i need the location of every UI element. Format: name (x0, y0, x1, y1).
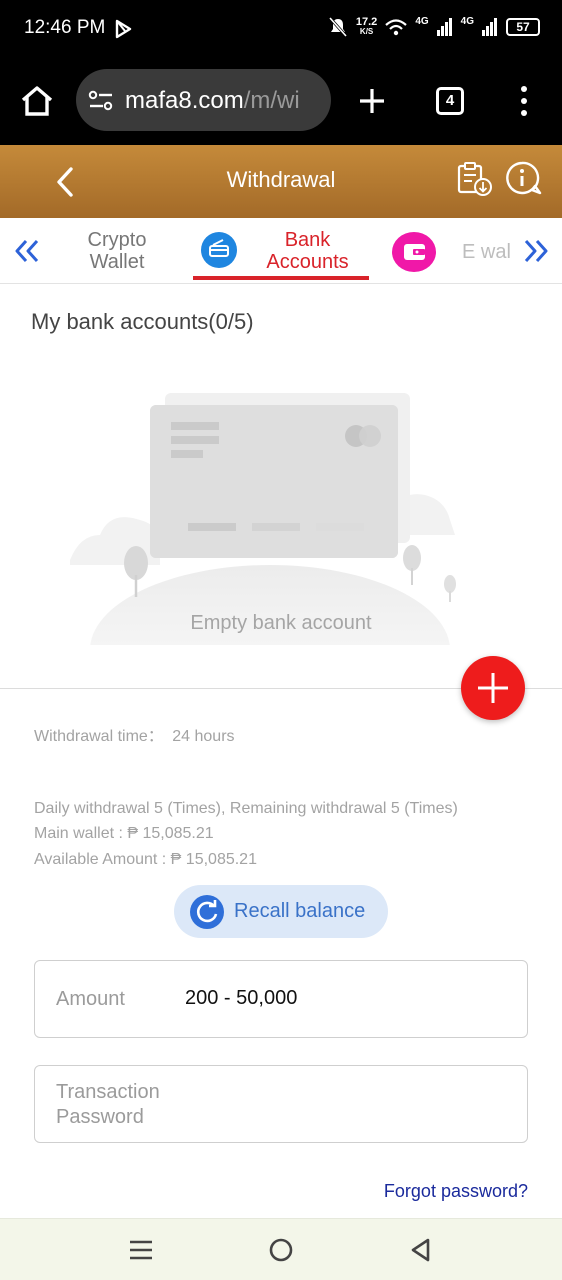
bank-tab-icon (201, 232, 237, 268)
empty-state-text: Empty bank account (190, 612, 372, 634)
daily-withdrawal-info: Daily withdrawal 5 (Times), Remaining wi… (34, 800, 458, 817)
forgot-password-link[interactable]: Forgot password? (384, 1181, 528, 1202)
withdrawal-time-label: Withdrawal time： (34, 728, 164, 745)
withdrawal-time-value: 24 hours (172, 728, 235, 745)
net-speed-value: 17.2 (355, 16, 378, 28)
recent-apps-icon[interactable] (128, 1238, 154, 1262)
site-settings-icon[interactable] (88, 90, 114, 112)
ewallet-tab-icon (392, 232, 436, 272)
home-nav-icon[interactable] (268, 1237, 294, 1263)
network-type-1: 4G (415, 16, 429, 27)
amount-input[interactable] (185, 987, 505, 1010)
network-type-2: 4G (460, 16, 474, 27)
wifi-icon (385, 19, 408, 36)
net-speed-unit: K/S (359, 27, 374, 36)
url-text: mafa8.com/m/wi (125, 87, 300, 115)
tab-switcher-button[interactable]: 4 (436, 87, 464, 115)
plus-icon (478, 673, 508, 703)
home-icon[interactable] (20, 85, 54, 117)
system-nav-bar (0, 1218, 562, 1280)
tab-bank-accounts-line2: Accounts (266, 251, 349, 273)
tab-crypto-wallet[interactable]: Crypto Wallet (72, 229, 162, 273)
signal-icon-1 (436, 18, 452, 36)
address-bar[interactable]: mafa8.com/m/wi (76, 69, 331, 131)
app-header: Withdrawal (0, 145, 562, 218)
url-path: /m/wi (243, 87, 300, 114)
url-domain: mafa8.com (125, 87, 244, 114)
active-tab-indicator (193, 276, 369, 280)
tab-crypto-wallet-line1: Crypto (87, 229, 147, 251)
play-store-icon (115, 19, 132, 39)
transaction-password-label: Transaction Password (56, 1081, 160, 1128)
empty-card-illustration (70, 393, 456, 645)
signal-icon-2 (482, 18, 497, 36)
refresh-icon (190, 895, 224, 929)
withdrawal-time: Withdrawal time： 24 hours (34, 722, 235, 746)
status-time: 12:46 PM (24, 17, 106, 38)
tab-bank-accounts[interactable]: Bank Accounts (250, 229, 365, 273)
status-indicators: 17.2 K/S 4G 4G 57 (328, 16, 540, 38)
bank-accounts-title: My bank accounts(0/5) (31, 309, 254, 334)
recall-balance-button[interactable]: Recall balance (174, 885, 388, 938)
available-amount: Available Amount : ₱ 15,085.21 (34, 851, 257, 868)
net-speed: 17.2 K/S (356, 17, 377, 37)
mute-bell-icon (328, 17, 348, 37)
new-tab-icon[interactable] (358, 87, 386, 115)
main-wallet-balance: Main wallet : ₱ 15,085.21 (34, 825, 214, 842)
scroll-right-icon[interactable] (523, 239, 549, 263)
browser-toolbar: mafa8.com/m/wi 4 (0, 60, 562, 145)
tab-bank-accounts-line1: Bank (284, 229, 331, 251)
more-menu-icon[interactable] (516, 84, 532, 118)
add-bank-account-button[interactable] (461, 656, 525, 720)
status-bar: 12:46 PM 17.2 K/S 4G 4G 57 (0, 0, 562, 60)
payment-method-tabs: Crypto Wallet Bank Accounts E wal (0, 218, 562, 284)
amount-label: Amount (56, 988, 125, 1010)
back-nav-icon[interactable] (408, 1237, 432, 1263)
withdrawal-record-icon[interactable] (456, 161, 494, 197)
tab-crypto-wallet-line2: Wallet (89, 251, 145, 273)
tab-e-wallet[interactable]: E wal (462, 241, 514, 263)
amount-field[interactable]: Amount (34, 960, 528, 1038)
battery-icon: 57 (506, 18, 540, 36)
recall-balance-label: Recall balance (234, 900, 366, 922)
help-info-icon[interactable] (504, 161, 542, 197)
scroll-left-icon[interactable] (14, 239, 40, 263)
transaction-password-field[interactable]: Transaction Password (34, 1065, 528, 1143)
